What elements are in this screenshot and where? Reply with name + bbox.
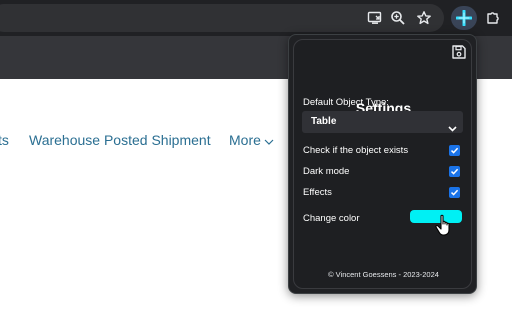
settings-panel <box>293 39 472 289</box>
default-object-type-value: Table <box>311 116 337 127</box>
nav-item-warehouse-posted-shipment[interactable]: Warehouse Posted Shipment <box>29 132 211 148</box>
effects-label: Effects <box>303 187 332 198</box>
copyright-footer: © Vincent Goessens - 2023-2024 <box>328 270 439 279</box>
dark-mode-label: Dark mode <box>303 166 350 177</box>
nav-more-button[interactable]: More <box>229 132 274 149</box>
extensions-puzzle-icon[interactable] <box>482 7 504 29</box>
change-color-label: Change color <box>303 213 360 224</box>
extension-active-icon[interactable] <box>451 6 477 30</box>
chevron-down-icon <box>448 119 457 141</box>
nav-item-partial[interactable]: ts <box>0 132 9 148</box>
check-exists-checkbox[interactable] <box>449 145 460 156</box>
default-object-type-select[interactable]: Table <box>302 111 463 133</box>
install-app-icon[interactable] <box>364 7 386 29</box>
more-label: More <box>229 132 261 148</box>
chevron-down-icon <box>264 133 274 149</box>
default-object-type-label: Default Object Type: <box>303 97 389 108</box>
save-icon[interactable] <box>451 44 467 60</box>
zoom-icon[interactable] <box>387 7 409 29</box>
settings-popup: Settings Default Object Type: Table Chec… <box>288 34 477 294</box>
dark-mode-checkbox[interactable] <box>449 166 460 177</box>
browser-toolbar <box>0 0 512 36</box>
check-exists-label: Check if the object exists <box>303 145 409 156</box>
effects-checkbox[interactable] <box>449 187 460 198</box>
hand-cursor-icon <box>434 214 454 238</box>
bookmark-star-icon[interactable] <box>413 7 435 29</box>
